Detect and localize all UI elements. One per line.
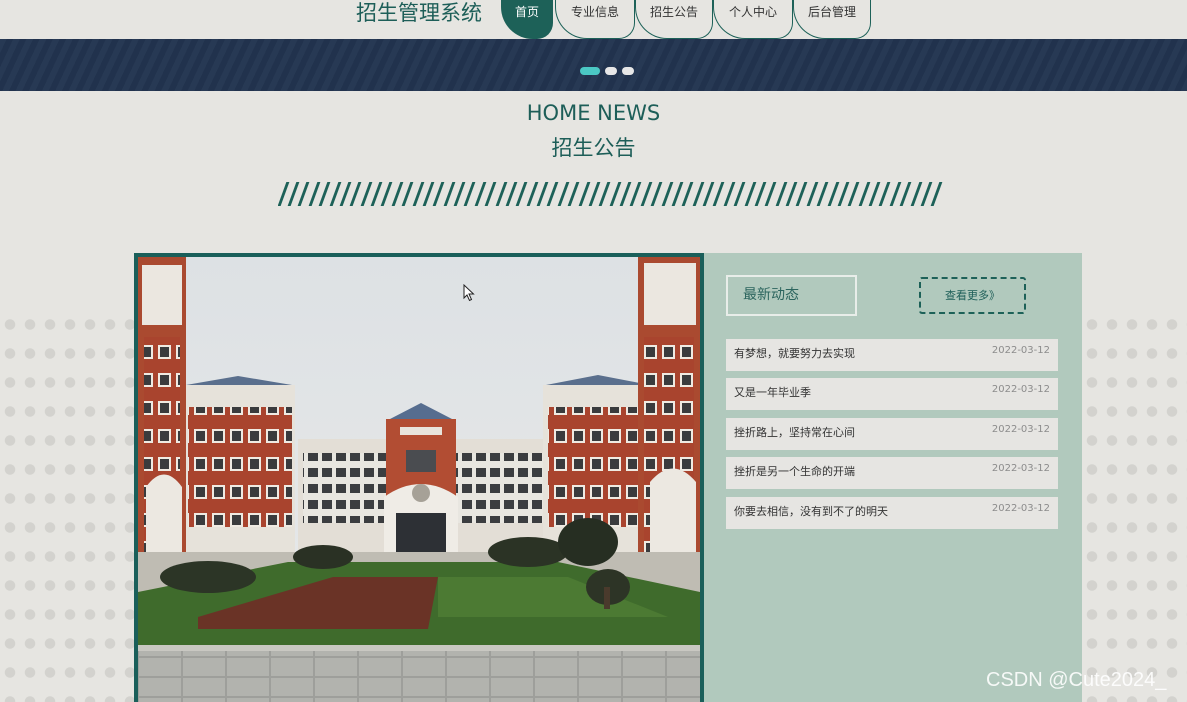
divider-stroke [713,182,725,206]
nav-item-announcements[interactable]: 招生公告 [635,0,713,39]
divider-stroke [278,182,290,206]
carousel-dot-2[interactable] [605,67,617,75]
divider-stroke [474,182,487,206]
divider-stroke [671,182,684,206]
dotted-pattern-right [1082,310,1187,702]
view-more-button[interactable]: 查看更多》 [919,277,1026,314]
nav-item-home[interactable]: 首页 [501,0,553,39]
divider-stroke [557,182,570,206]
news-item-date: 2022-03-12 [991,345,1050,356]
divider-stroke [796,182,808,206]
divider-stroke [349,182,362,206]
divider-stroke [827,182,839,206]
watermark: CSDN @Cute2024_ [986,669,1167,691]
divider-stroke [733,182,746,206]
divider-stroke [339,182,352,206]
news-panel: 最新动态 查看更多》 有梦想，就要努力去实现 2022-03-12 又是一年毕业… [704,253,1082,702]
nav-item-personal-center[interactable]: 个人中心 [713,0,793,39]
decorative-divider [278,179,944,209]
carousel-dot-1[interactable] [580,67,600,75]
divider-stroke [547,182,559,206]
divider-stroke [723,182,736,206]
divider-stroke [412,182,424,206]
news-item-date: 2022-03-12 [991,463,1050,474]
news-item-date: 2022-03-12 [991,503,1050,514]
divider-stroke [692,182,705,206]
divider-stroke [308,182,321,206]
news-list-item[interactable]: 又是一年毕业季 2022-03-12 [726,378,1058,410]
divider-stroke [640,182,653,206]
dotted-pattern-left [0,310,134,702]
news-item-title: 挫折是另一个生命的开端 [734,465,855,478]
divider-stroke [910,182,922,206]
divider-stroke [858,182,871,206]
mouse-pointer-icon [463,284,475,302]
divider-stroke [598,182,611,206]
divider-stroke [318,182,331,206]
news-list-item[interactable]: 有梦想，就要努力去实现 2022-03-12 [726,339,1058,371]
divider-stroke [484,182,497,206]
divider-stroke [661,182,673,206]
divider-stroke [515,182,528,206]
news-item-title: 你要去相信，没有到不了的明天 [734,505,888,518]
news-item-title: 有梦想，就要努力去实现 [734,347,855,360]
divider-stroke [505,182,518,206]
divider-stroke [930,182,943,206]
divider-stroke [837,182,850,206]
nav-item-majors[interactable]: 专业信息 [555,0,635,39]
divider-stroke [609,182,622,206]
divider-stroke [847,182,860,206]
news-list-item[interactable]: 挫折路上，坚持常在心间 2022-03-12 [726,418,1058,450]
divider-stroke [764,182,777,206]
divider-stroke [381,182,393,206]
divider-stroke [775,182,788,206]
news-item-title: 挫折路上，坚持常在心间 [734,426,855,439]
divider-stroke [650,182,663,206]
news-item-date: 2022-03-12 [991,424,1050,435]
divider-stroke [495,182,507,206]
site-title: 招生管理系统 [356,1,482,25]
news-panel-title: 最新动态 [726,275,857,316]
news-item-title: 又是一年毕业季 [734,386,811,399]
divider-stroke [816,182,829,206]
divider-stroke [681,182,694,206]
carousel-dot-3[interactable] [622,67,634,75]
divider-stroke [391,182,404,206]
divider-stroke [443,182,456,206]
divider-stroke [526,182,539,206]
divider-stroke [920,182,933,206]
divider-stroke [744,182,756,206]
divider-stroke [889,182,902,206]
divider-stroke [329,182,341,206]
divider-stroke [588,182,601,206]
carousel-banner[interactable] [0,39,1187,91]
top-bar: 招生管理系统 首页 专业信息 招生公告 个人中心 后台管理 [0,0,1187,39]
news-item-date: 2022-03-12 [991,384,1050,395]
divider-stroke [899,182,912,206]
divider-stroke [360,182,373,206]
divider-stroke [567,182,580,206]
divider-stroke [578,182,590,206]
nav-item-admin[interactable]: 后台管理 [793,0,871,39]
divider-stroke [432,182,445,206]
divider-stroke [754,182,767,206]
divider-stroke [806,182,819,206]
news-list-item[interactable]: 挫折是另一个生命的开端 2022-03-12 [726,457,1058,489]
divider-stroke [298,182,310,206]
news-list-item[interactable]: 你要去相信，没有到不了的明天 2022-03-12 [726,497,1058,529]
divider-stroke [879,182,891,206]
section-title-en: HOME NEWS [526,101,661,125]
campus-photo [134,253,704,702]
section-title-cn: 招生公告 [551,136,636,160]
divider-stroke [401,182,414,206]
divider-stroke [464,182,476,206]
divider-stroke [422,182,435,206]
divider-stroke [630,182,642,206]
